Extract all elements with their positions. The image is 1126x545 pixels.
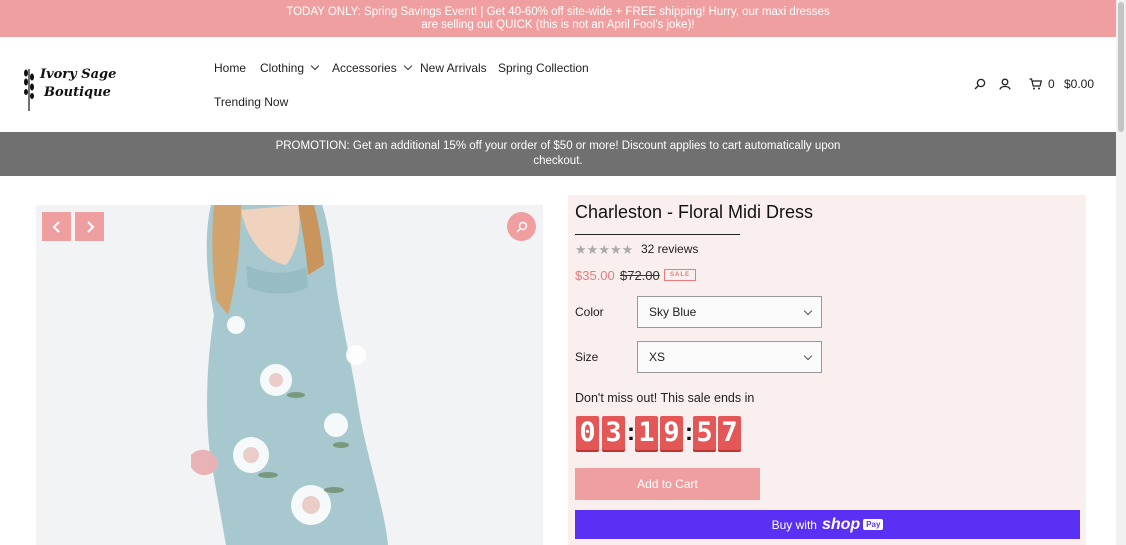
cart-total[interactable]: $0.00 — [1064, 77, 1094, 91]
countdown-digit: 1 — [635, 416, 658, 450]
chevron-down-icon — [403, 61, 412, 71]
promotion-banner: PROMOTION: Get an additional 15% off you… — [0, 132, 1116, 176]
nav-new-arrivals-label: New Arrivals — [420, 61, 487, 75]
nav-spring-collection-label: Spring Collection — [498, 61, 589, 75]
shop-wordmark: shop — [821, 515, 861, 533]
buy-with-shop-pay-button[interactable]: Buy with shop Pay — [575, 510, 1080, 539]
announcement-line-1: TODAY ONLY: Spring Savings Event! | Get … — [286, 6, 830, 18]
chevron-right-icon — [86, 220, 94, 233]
countdown-label: Don't miss out! This sale ends in — [575, 391, 755, 405]
pay-badge: Pay — [863, 519, 884, 530]
countdown-digit: 0 — [576, 416, 599, 450]
countdown-digit: 5 — [693, 416, 716, 450]
original-price: $72.00 — [620, 268, 660, 283]
chevron-left-icon — [52, 220, 60, 233]
zoom-button[interactable] — [507, 212, 536, 241]
rating-stars[interactable]: ★★★★★ — [575, 242, 633, 258]
nav-home-label: Home — [214, 61, 247, 75]
gallery-prev-button[interactable] — [42, 212, 71, 241]
nav-clothing-label: Clothing — [260, 61, 305, 75]
nav-accessories[interactable]: Accessories — [332, 61, 412, 75]
search-icon[interactable] — [974, 78, 986, 90]
nav-new-arrivals[interactable]: New Arrivals — [420, 61, 487, 75]
buy-with-label: Buy with — [771, 517, 817, 532]
nav-trending-now[interactable]: Trending Now — [214, 95, 288, 109]
chevron-down-icon — [310, 61, 320, 71]
countdown-separator: : — [685, 419, 693, 446]
product-image[interactable] — [36, 205, 543, 545]
star-icon: ★ — [621, 242, 634, 257]
star-icon: ★ — [575, 242, 587, 257]
announcement-bar: TODAY ONLY: Spring Savings Event! | Get … — [0, 0, 1116, 37]
lavender-sprig-icon — [24, 69, 34, 111]
star-icon: ★ — [609, 242, 622, 257]
size-select[interactable]: XS — [637, 341, 822, 373]
nav-home[interactable]: Home — [214, 61, 246, 75]
product-title: Charleston - Floral Midi Dress — [575, 202, 814, 222]
countdown-digit: 3 — [602, 416, 625, 450]
color-select[interactable]: Sky Blue — [637, 296, 822, 328]
promotion-line-2: checkout. — [533, 155, 583, 167]
countdown-digit: 7 — [718, 416, 741, 450]
page-scrollbar[interactable] — [1116, 0, 1126, 545]
zoom-icon — [515, 221, 527, 233]
star-icon: ★ — [598, 242, 610, 257]
gallery-next-button[interactable] — [75, 212, 104, 241]
size-label: Size — [575, 350, 599, 364]
announcement-line-2: are selling out QUICK (this is not an Ap… — [421, 19, 695, 31]
chevron-down-icon — [803, 351, 813, 361]
product-photo — [36, 205, 543, 545]
nav-spring-collection[interactable]: Spring Collection — [498, 61, 589, 75]
sale-price: $35.00 — [575, 268, 615, 283]
size-select-value: XS — [649, 350, 666, 364]
color-label: Color — [575, 305, 604, 319]
reviews-link[interactable]: 32 reviews — [641, 242, 698, 256]
nav-accessories-label: Accessories — [332, 61, 397, 75]
sale-badge: SALE — [664, 269, 697, 281]
countdown-digit: 9 — [660, 416, 683, 450]
countdown-separator: : — [627, 419, 635, 446]
site-header: Ivory Sage Boutique Home Clothing Access… — [0, 37, 1116, 132]
star-icon: ★ — [586, 242, 599, 257]
chevron-down-icon — [803, 306, 813, 316]
user-icon[interactable] — [999, 78, 1011, 90]
color-select-value: Sky Blue — [649, 305, 697, 319]
logo-line-2: Boutique — [44, 85, 111, 100]
store-logo[interactable]: Ivory Sage Boutique — [20, 63, 116, 113]
scrollbar-thumb[interactable] — [1118, 2, 1124, 132]
promotion-line-1: PROMOTION: Get an additional 15% off you… — [275, 140, 841, 152]
add-to-cart-button[interactable]: Add to Cart — [575, 468, 760, 500]
nav-clothing[interactable]: Clothing — [260, 61, 320, 75]
cart-icon[interactable] — [1029, 78, 1042, 90]
cart-count[interactable]: 0 — [1048, 77, 1055, 91]
title-divider — [575, 234, 740, 235]
logo-line-1: Ivory Sage — [40, 67, 117, 82]
nav-trending-now-label: Trending Now — [214, 95, 289, 109]
